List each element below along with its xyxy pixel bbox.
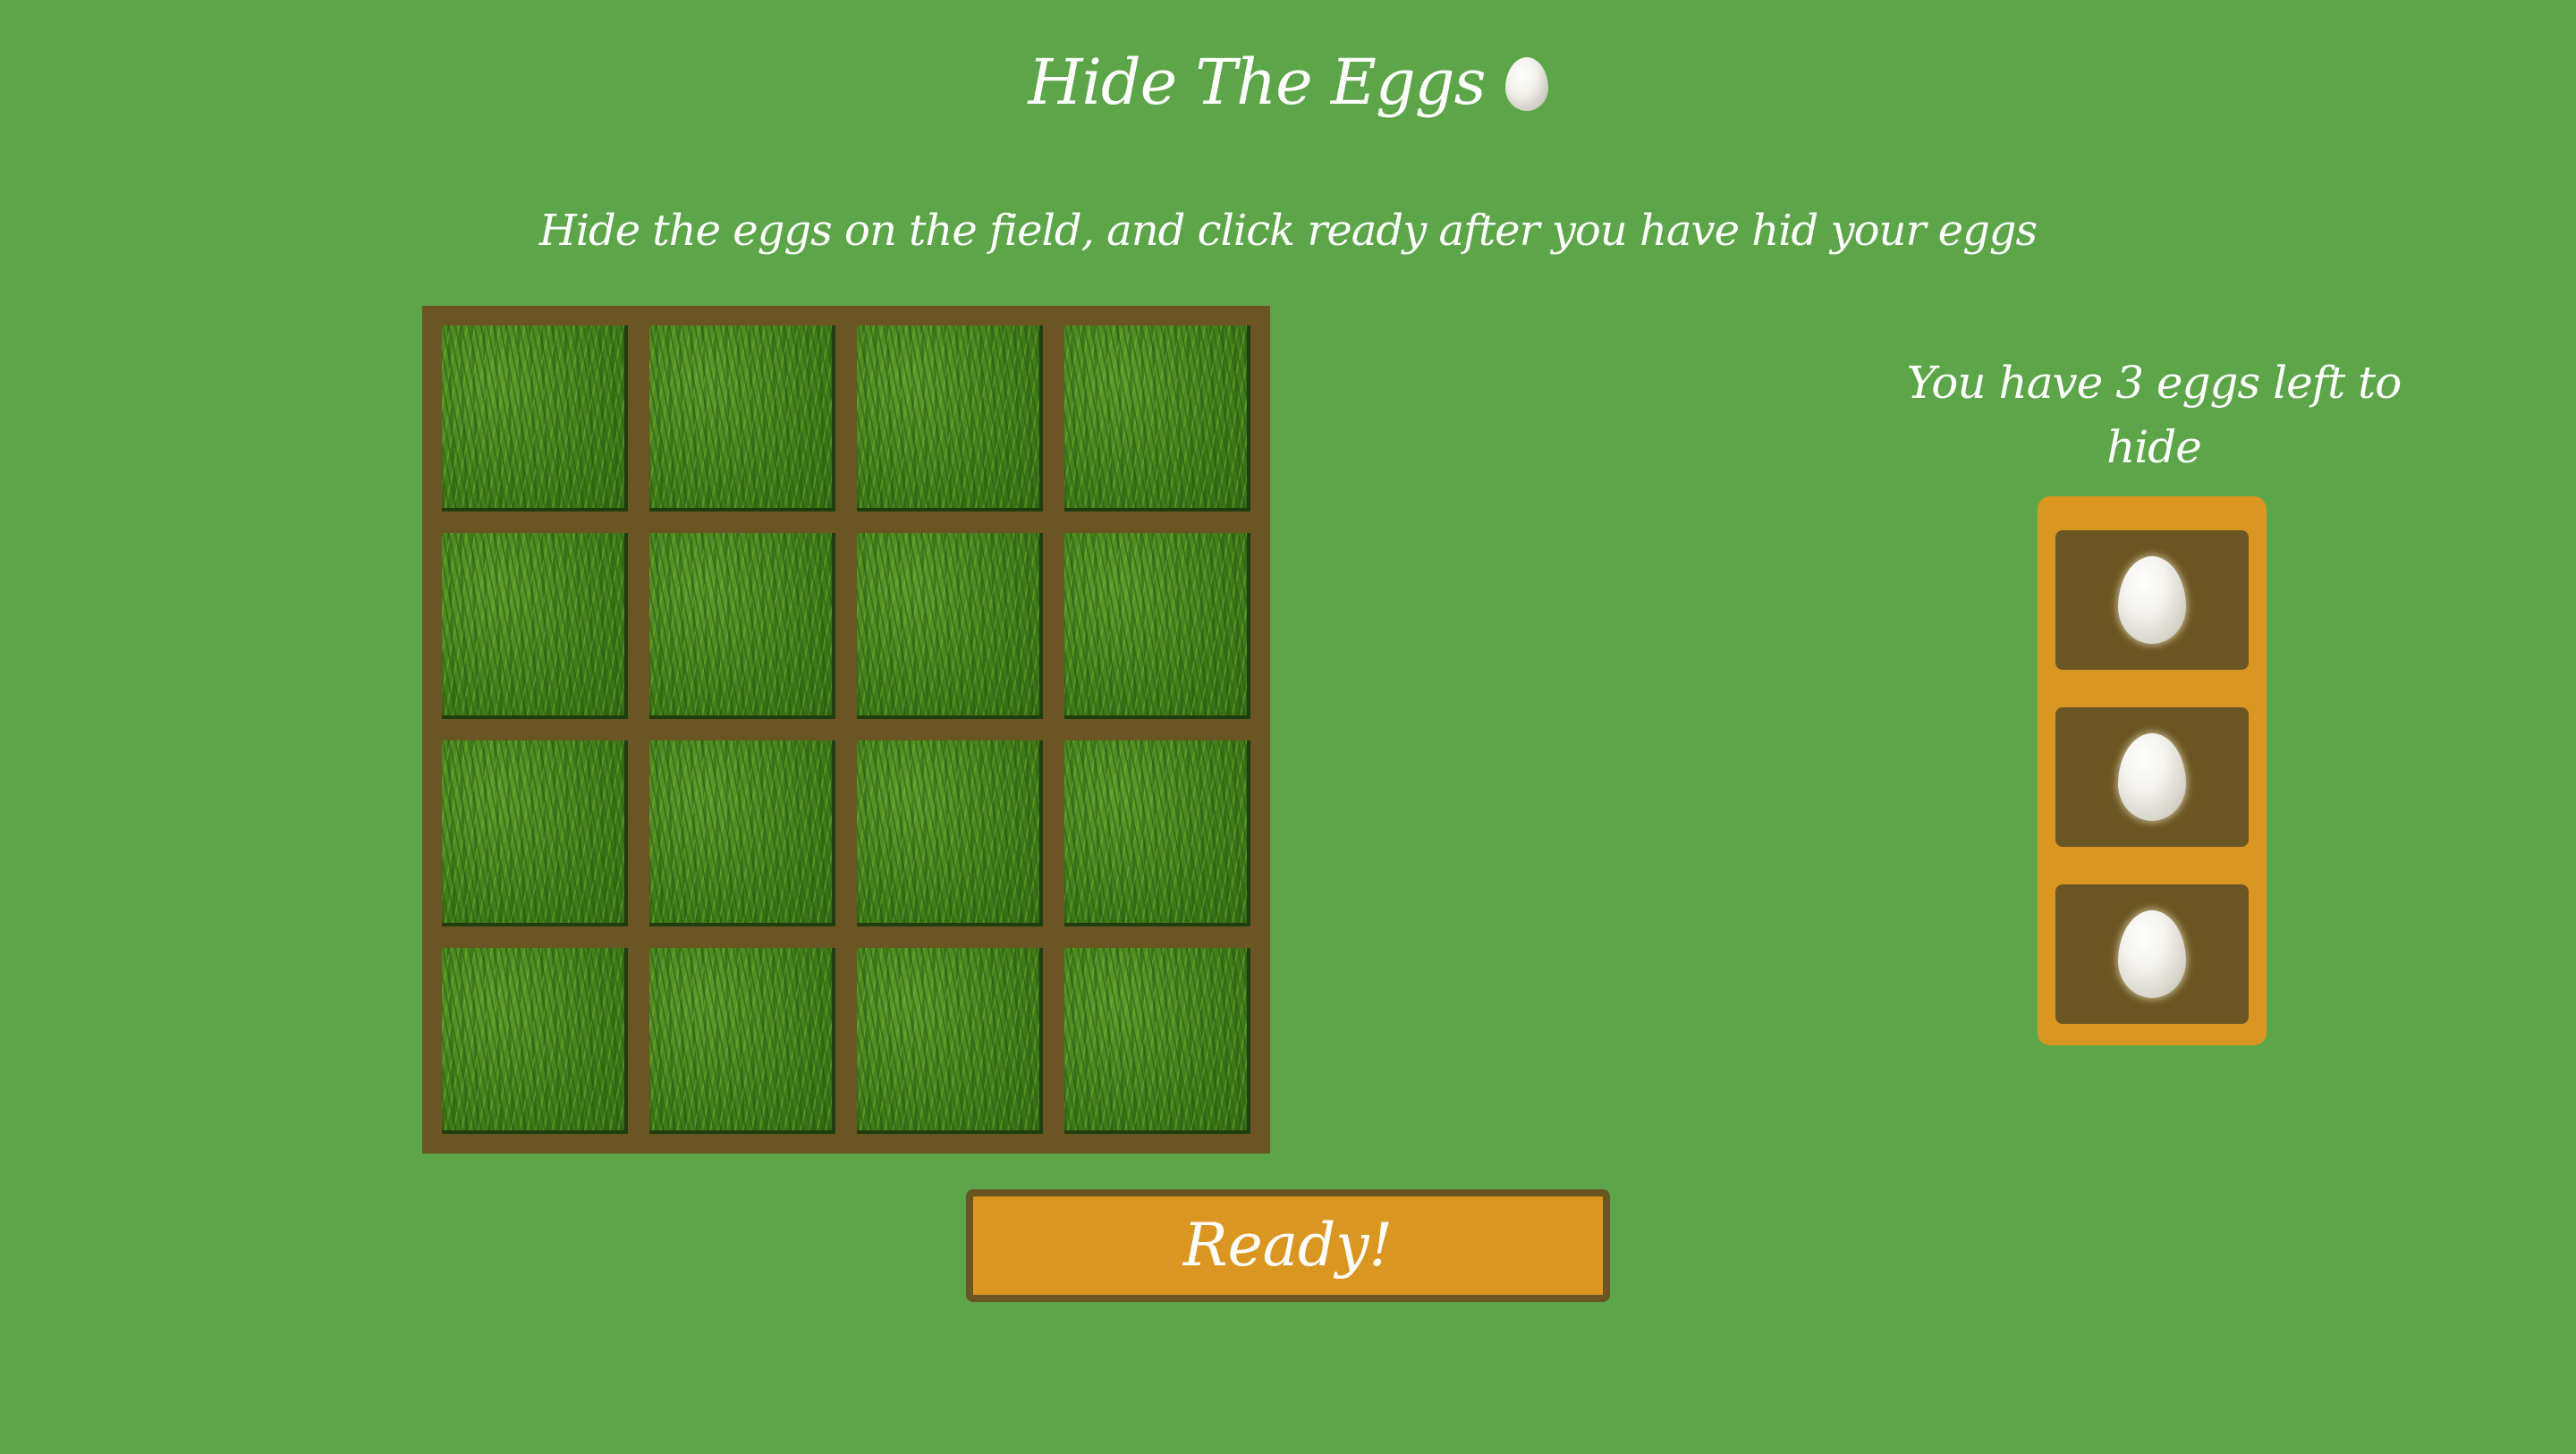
field-tile[interactable] [1064,948,1250,1134]
field-tile[interactable] [1064,533,1250,719]
eggs-left-status: You have 3 eggs left to hide [1906,357,2402,473]
egg-tray [2038,496,2267,1045]
egg-slot[interactable] [2055,530,2249,670]
game-title: Hide The Eggs [0,45,2576,120]
field-tile[interactable] [649,325,835,511]
egg-icon[interactable] [2118,733,2186,821]
egg-icon[interactable] [2118,556,2186,644]
egg-slot[interactable] [2055,884,2249,1024]
field-tile[interactable] [857,948,1043,1134]
title-text: Hide The Eggs [1028,46,1486,119]
field-tile[interactable] [857,740,1043,926]
ready-button[interactable]: Ready! [966,1189,1610,1302]
field-tile[interactable] [649,740,835,926]
field-tile[interactable] [857,533,1043,719]
field-tile[interactable] [442,325,628,511]
field-tile[interactable] [857,325,1043,511]
egg-field [422,306,1270,1154]
field-tile[interactable] [442,740,628,926]
instructions-text: Hide the eggs on the field, and click re… [538,206,2038,256]
field-tile[interactable] [649,948,835,1134]
field-tile[interactable] [442,948,628,1134]
egg-icon [1504,57,1548,111]
field-tile[interactable] [1064,740,1250,926]
field-tile[interactable] [649,533,835,719]
egg-slot[interactable] [2055,707,2249,847]
egg-icon[interactable] [2118,910,2186,998]
field-tile[interactable] [442,533,628,719]
field-tile[interactable] [1064,325,1250,511]
